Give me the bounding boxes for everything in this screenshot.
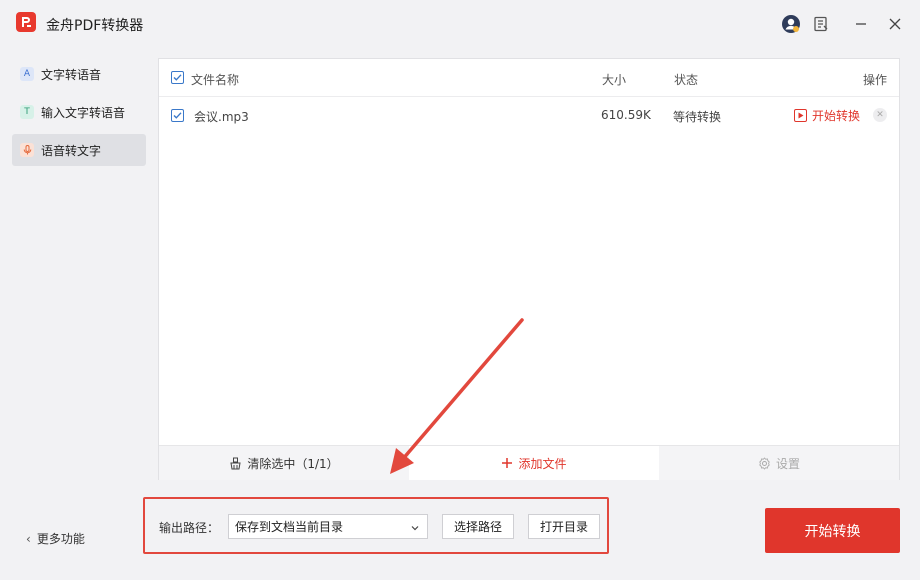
gear-icon bbox=[758, 456, 771, 470]
panel-footer: 清除选中（1/1） 添加文件 设置 bbox=[159, 445, 899, 480]
output-path-label: 输出路径： bbox=[159, 521, 220, 535]
row-checkbox[interactable] bbox=[171, 109, 184, 122]
column-header-status: 状态 bbox=[674, 73, 699, 87]
table-header: 文件名称 大小 状态 操作 bbox=[159, 59, 899, 97]
choose-path-button[interactable]: 选择路径 bbox=[442, 514, 514, 539]
remove-file-icon[interactable]: ✕ bbox=[873, 108, 887, 122]
select-all-checkbox[interactable] bbox=[171, 71, 184, 84]
chevron-down-icon bbox=[410, 522, 420, 536]
output-path-selected: 保存到文档当前目录 bbox=[235, 520, 344, 534]
add-file-button[interactable]: 添加文件 bbox=[409, 446, 659, 480]
settings-button[interactable]: 设置 bbox=[659, 446, 899, 480]
sidebar: A 文字转语音 T 输入文字转语音 语音转文字 bbox=[12, 58, 146, 172]
more-features-label: 更多功能 bbox=[36, 532, 85, 546]
feedback-icon[interactable] bbox=[811, 14, 831, 34]
clear-selected-button[interactable]: 清除选中（1/1） bbox=[159, 446, 409, 480]
title-bar: 金舟PDF转换器 bbox=[0, 0, 920, 50]
column-header-name: 文件名称 bbox=[191, 73, 240, 87]
app-logo-icon bbox=[16, 12, 36, 32]
sidebar-item-label: 文字转语音 bbox=[41, 67, 102, 82]
minimize-icon[interactable] bbox=[851, 14, 871, 34]
user-avatar-icon[interactable] bbox=[781, 14, 801, 34]
more-features-link[interactable]: ‹ 更多功能 bbox=[26, 530, 85, 547]
output-path-section: 输出路径： 保存到文档当前目录 选择路径 打开目录 bbox=[143, 497, 609, 554]
row-start-convert-button[interactable]: 开始转换 bbox=[794, 107, 860, 124]
sidebar-item-label: 语音转文字 bbox=[41, 143, 102, 158]
open-directory-button[interactable]: 打开目录 bbox=[528, 514, 600, 539]
settings-label: 设置 bbox=[775, 456, 800, 471]
sidebar-item-text-to-speech[interactable]: A 文字转语音 bbox=[12, 58, 146, 90]
microphone-icon bbox=[20, 143, 34, 157]
broom-icon bbox=[229, 457, 242, 470]
column-header-action: 操作 bbox=[863, 73, 888, 87]
output-path-select[interactable]: 保存到文档当前目录 bbox=[228, 514, 428, 539]
file-name: 会议.mp3 bbox=[194, 110, 249, 124]
sidebar-item-speech-to-text[interactable]: 语音转文字 bbox=[12, 134, 146, 166]
plus-icon bbox=[501, 457, 513, 469]
sidebar-item-label: 输入文字转语音 bbox=[41, 105, 126, 120]
table-row: 会议.mp3 610.59K 等待转换 开始转换 ✕ bbox=[159, 97, 899, 133]
clear-selected-label: 清除选中（1/1） bbox=[247, 456, 339, 471]
close-icon[interactable] bbox=[885, 14, 905, 34]
add-file-label: 添加文件 bbox=[518, 456, 567, 471]
column-header-size: 大小 bbox=[602, 73, 627, 87]
file-size: 610.59K bbox=[601, 108, 651, 122]
start-convert-button[interactable]: 开始转换 bbox=[765, 508, 900, 553]
app-title: 金舟PDF转换器 bbox=[46, 18, 144, 34]
file-status: 等待转换 bbox=[673, 110, 722, 124]
text-input-icon: T bbox=[20, 105, 34, 119]
file-list-panel: 文件名称 大小 状态 操作 会议.mp3 610.59K 等待转换 开始转换 ✕… bbox=[158, 58, 900, 480]
sidebar-item-input-text-to-speech[interactable]: T 输入文字转语音 bbox=[12, 96, 146, 128]
play-icon bbox=[794, 109, 807, 122]
chevron-left-icon: ‹ bbox=[26, 531, 31, 546]
row-start-convert-label: 开始转换 bbox=[812, 109, 861, 123]
text-a-icon: A bbox=[20, 67, 34, 81]
